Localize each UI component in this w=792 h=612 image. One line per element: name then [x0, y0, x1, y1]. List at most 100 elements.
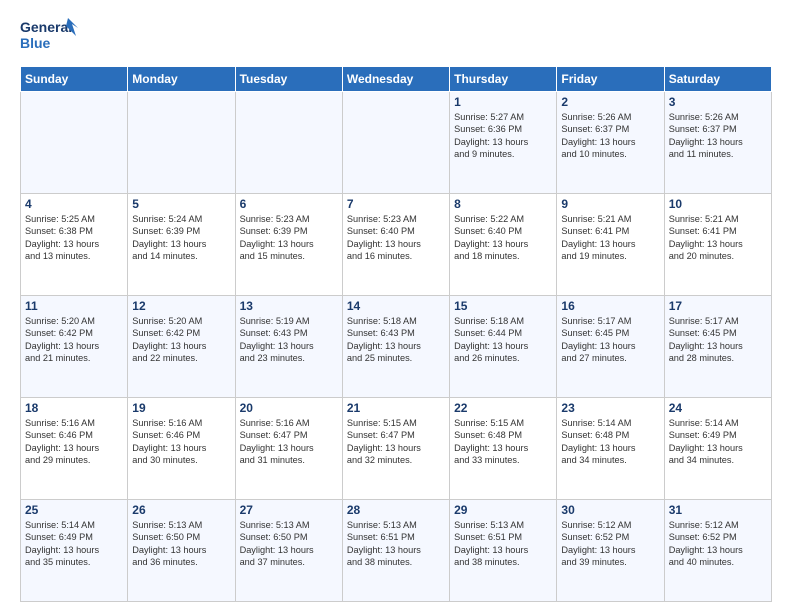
day-info: Sunrise: 5:15 AM Sunset: 6:48 PM Dayligh…: [454, 417, 552, 467]
day-cell: 31 Sunrise: 5:12 AM Sunset: 6:52 PM Dayli…: [664, 500, 771, 602]
day-cell: 7 Sunrise: 5:23 AM Sunset: 6:40 PM Daylig…: [342, 194, 449, 296]
day-number: 11: [25, 299, 123, 313]
day-info: Sunrise: 5:23 AM Sunset: 6:39 PM Dayligh…: [240, 213, 338, 263]
week-row-4: 18 Sunrise: 5:16 AM Sunset: 6:46 PM Dayli…: [21, 398, 772, 500]
day-info: Sunrise: 5:15 AM Sunset: 6:47 PM Dayligh…: [347, 417, 445, 467]
day-cell: [342, 92, 449, 194]
day-cell: 8 Sunrise: 5:22 AM Sunset: 6:40 PM Daylig…: [450, 194, 557, 296]
day-number: 18: [25, 401, 123, 415]
day-info: Sunrise: 5:20 AM Sunset: 6:42 PM Dayligh…: [132, 315, 230, 365]
calendar-table: SundayMondayTuesdayWednesdayThursdayFrid…: [20, 66, 772, 602]
day-number: 17: [669, 299, 767, 313]
day-number: 8: [454, 197, 552, 211]
svg-text:General: General: [20, 19, 72, 35]
day-cell: 9 Sunrise: 5:21 AM Sunset: 6:41 PM Daylig…: [557, 194, 664, 296]
day-info: Sunrise: 5:13 AM Sunset: 6:50 PM Dayligh…: [132, 519, 230, 569]
day-cell: 5Sunrise: 5:24 AM Sunset: 6:39 PM Daylig…: [128, 194, 235, 296]
day-number: 1: [454, 95, 552, 109]
day-cell: 28 Sunrise: 5:13 AM Sunset: 6:51 PM Dayli…: [342, 500, 449, 602]
day-info: Sunrise: 5:17 AM Sunset: 6:45 PM Dayligh…: [669, 315, 767, 365]
day-info: Sunrise: 5:21 AM Sunset: 6:41 PM Dayligh…: [561, 213, 659, 263]
day-cell: 14 Sunrise: 5:18 AM Sunset: 6:43 PM Dayli…: [342, 296, 449, 398]
day-info: Sunrise: 5:26 AM Sunset: 6:37 PM Dayligh…: [561, 111, 659, 161]
day-info: Sunrise: 5:14 AM Sunset: 6:49 PM Dayligh…: [25, 519, 123, 569]
day-number: 7: [347, 197, 445, 211]
day-info: Sunrise: 5:13 AM Sunset: 6:51 PM Dayligh…: [347, 519, 445, 569]
day-cell: 22 Sunrise: 5:15 AM Sunset: 6:48 PM Dayli…: [450, 398, 557, 500]
day-cell: 6 Sunrise: 5:23 AM Sunset: 6:39 PM Daylig…: [235, 194, 342, 296]
day-info: Sunrise: 5:25 AM Sunset: 6:38 PM Dayligh…: [25, 213, 123, 263]
day-info: Sunrise: 5:23 AM Sunset: 6:40 PM Dayligh…: [347, 213, 445, 263]
logo-svg: GeneralBlue: [20, 16, 80, 58]
day-cell: 29Sunrise: 5:13 AM Sunset: 6:51 PM Dayli…: [450, 500, 557, 602]
day-number: 4: [25, 197, 123, 211]
day-info: Sunrise: 5:14 AM Sunset: 6:48 PM Dayligh…: [561, 417, 659, 467]
week-row-5: 25 Sunrise: 5:14 AM Sunset: 6:49 PM Dayli…: [21, 500, 772, 602]
header-row: SundayMondayTuesdayWednesdayThursdayFrid…: [21, 67, 772, 92]
day-number: 20: [240, 401, 338, 415]
day-cell: 16 Sunrise: 5:17 AM Sunset: 6:45 PM Dayli…: [557, 296, 664, 398]
week-row-2: 4 Sunrise: 5:25 AM Sunset: 6:38 PM Daylig…: [21, 194, 772, 296]
day-number: 22: [454, 401, 552, 415]
day-cell: 18 Sunrise: 5:16 AM Sunset: 6:46 PM Dayli…: [21, 398, 128, 500]
day-cell: 4 Sunrise: 5:25 AM Sunset: 6:38 PM Daylig…: [21, 194, 128, 296]
day-info: Sunrise: 5:27 AM Sunset: 6:36 PM Dayligh…: [454, 111, 552, 161]
col-header-wednesday: Wednesday: [342, 67, 449, 92]
day-info: Sunrise: 5:19 AM Sunset: 6:43 PM Dayligh…: [240, 315, 338, 365]
day-cell: 21 Sunrise: 5:15 AM Sunset: 6:47 PM Dayli…: [342, 398, 449, 500]
day-number: 24: [669, 401, 767, 415]
day-cell: 27Sunrise: 5:13 AM Sunset: 6:50 PM Dayli…: [235, 500, 342, 602]
day-number: 27: [240, 503, 338, 517]
day-info: Sunrise: 5:12 AM Sunset: 6:52 PM Dayligh…: [669, 519, 767, 569]
col-header-sunday: Sunday: [21, 67, 128, 92]
logo: GeneralBlue: [20, 16, 80, 58]
day-number: 26: [132, 503, 230, 517]
col-header-tuesday: Tuesday: [235, 67, 342, 92]
day-cell: 10 Sunrise: 5:21 AM Sunset: 6:41 PM Dayli…: [664, 194, 771, 296]
day-info: Sunrise: 5:12 AM Sunset: 6:52 PM Dayligh…: [561, 519, 659, 569]
week-row-3: 11 Sunrise: 5:20 AM Sunset: 6:42 PM Dayli…: [21, 296, 772, 398]
day-number: 10: [669, 197, 767, 211]
day-number: 6: [240, 197, 338, 211]
week-row-1: 1 Sunrise: 5:27 AM Sunset: 6:36 PM Daylig…: [21, 92, 772, 194]
day-number: 12: [132, 299, 230, 313]
day-number: 31: [669, 503, 767, 517]
col-header-thursday: Thursday: [450, 67, 557, 92]
day-number: 16: [561, 299, 659, 313]
header: GeneralBlue: [20, 16, 772, 58]
day-cell: 3Sunrise: 5:26 AM Sunset: 6:37 PM Daylig…: [664, 92, 771, 194]
day-info: Sunrise: 5:21 AM Sunset: 6:41 PM Dayligh…: [669, 213, 767, 263]
day-info: Sunrise: 5:26 AM Sunset: 6:37 PM Dayligh…: [669, 111, 767, 161]
day-info: Sunrise: 5:18 AM Sunset: 6:44 PM Dayligh…: [454, 315, 552, 365]
day-number: 21: [347, 401, 445, 415]
col-header-friday: Friday: [557, 67, 664, 92]
day-cell: 20Sunrise: 5:16 AM Sunset: 6:47 PM Dayli…: [235, 398, 342, 500]
page: GeneralBlue SundayMondayTuesdayWednesday…: [0, 0, 792, 612]
day-info: Sunrise: 5:16 AM Sunset: 6:46 PM Dayligh…: [25, 417, 123, 467]
day-info: Sunrise: 5:17 AM Sunset: 6:45 PM Dayligh…: [561, 315, 659, 365]
day-number: 9: [561, 197, 659, 211]
day-number: 25: [25, 503, 123, 517]
day-number: 2: [561, 95, 659, 109]
day-cell: 17 Sunrise: 5:17 AM Sunset: 6:45 PM Dayli…: [664, 296, 771, 398]
day-info: Sunrise: 5:22 AM Sunset: 6:40 PM Dayligh…: [454, 213, 552, 263]
day-cell: 2 Sunrise: 5:26 AM Sunset: 6:37 PM Daylig…: [557, 92, 664, 194]
day-number: 28: [347, 503, 445, 517]
day-number: 29: [454, 503, 552, 517]
day-cell: 24Sunrise: 5:14 AM Sunset: 6:49 PM Dayli…: [664, 398, 771, 500]
day-cell: 25 Sunrise: 5:14 AM Sunset: 6:49 PM Dayli…: [21, 500, 128, 602]
day-cell: [128, 92, 235, 194]
svg-text:Blue: Blue: [20, 35, 51, 51]
day-cell: 30Sunrise: 5:12 AM Sunset: 6:52 PM Dayli…: [557, 500, 664, 602]
col-header-saturday: Saturday: [664, 67, 771, 92]
day-cell: 1 Sunrise: 5:27 AM Sunset: 6:36 PM Daylig…: [450, 92, 557, 194]
day-cell: 12 Sunrise: 5:20 AM Sunset: 6:42 PM Dayli…: [128, 296, 235, 398]
day-number: 14: [347, 299, 445, 313]
day-cell: 11Sunrise: 5:20 AM Sunset: 6:42 PM Dayli…: [21, 296, 128, 398]
day-cell: [21, 92, 128, 194]
calendar-body: 1 Sunrise: 5:27 AM Sunset: 6:36 PM Daylig…: [21, 92, 772, 602]
day-number: 13: [240, 299, 338, 313]
day-number: 5: [132, 197, 230, 211]
day-info: Sunrise: 5:18 AM Sunset: 6:43 PM Dayligh…: [347, 315, 445, 365]
day-cell: [235, 92, 342, 194]
